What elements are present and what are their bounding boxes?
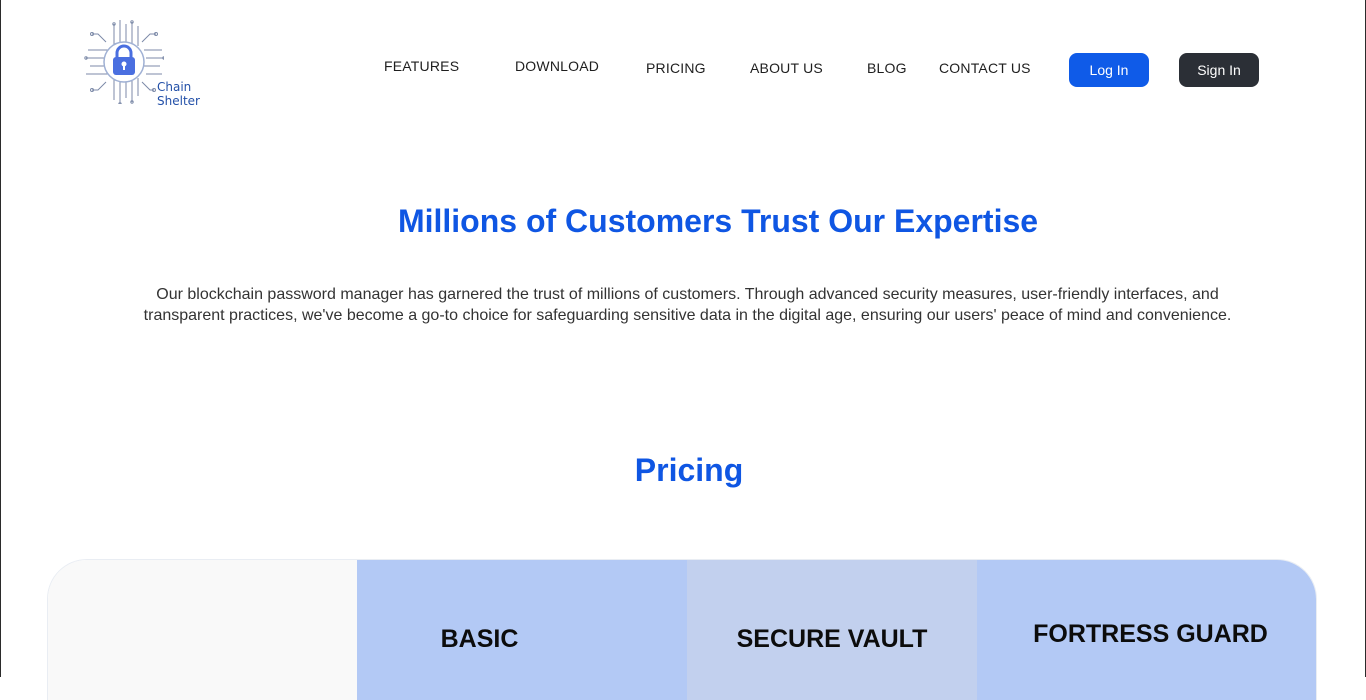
nav-blog[interactable]: BLOG	[867, 60, 907, 76]
padlock-circuit-icon	[84, 20, 164, 104]
pricing-title: Pricing	[634, 452, 744, 488]
nav-about-us[interactable]: ABOUT US	[750, 60, 823, 76]
plan-basic-column: BASIC	[357, 560, 687, 700]
nav-features[interactable]: FEATURES	[384, 58, 459, 74]
plan-secure-vault-column: SECURE VAULT	[687, 560, 977, 700]
login-button[interactable]: Log In	[1069, 53, 1149, 87]
brand-name-line2: Shelter	[157, 94, 200, 108]
brand-name-line1: Chain	[157, 80, 192, 94]
hero-description: Our blockchain password manager has garn…	[143, 286, 1232, 324]
pricing-table: BASIC SECURE VAULT FORTRESS GUARD	[47, 559, 1317, 700]
plan-secure-vault-name: SECURE VAULT	[736, 625, 928, 653]
nav-pricing[interactable]: PRICING	[646, 60, 706, 76]
signin-button[interactable]: Sign In	[1179, 53, 1259, 87]
brand-name: Chain Shelter	[157, 80, 200, 108]
hero-title: Millions of Customers Trust Our Expertis…	[397, 203, 1039, 239]
nav-download[interactable]: DOWNLOAD	[515, 58, 599, 74]
plan-fortress-guard-name: FORTRESS GUARD	[1033, 620, 1268, 648]
plan-fortress-guard-column: FORTRESS GUARD	[977, 560, 1316, 700]
brand-logo[interactable]: Chain Shelter	[84, 20, 200, 112]
nav-contact-us[interactable]: CONTACT US	[939, 60, 1031, 76]
plan-basic-name: BASIC	[440, 625, 519, 653]
pricing-features-column	[48, 560, 357, 700]
